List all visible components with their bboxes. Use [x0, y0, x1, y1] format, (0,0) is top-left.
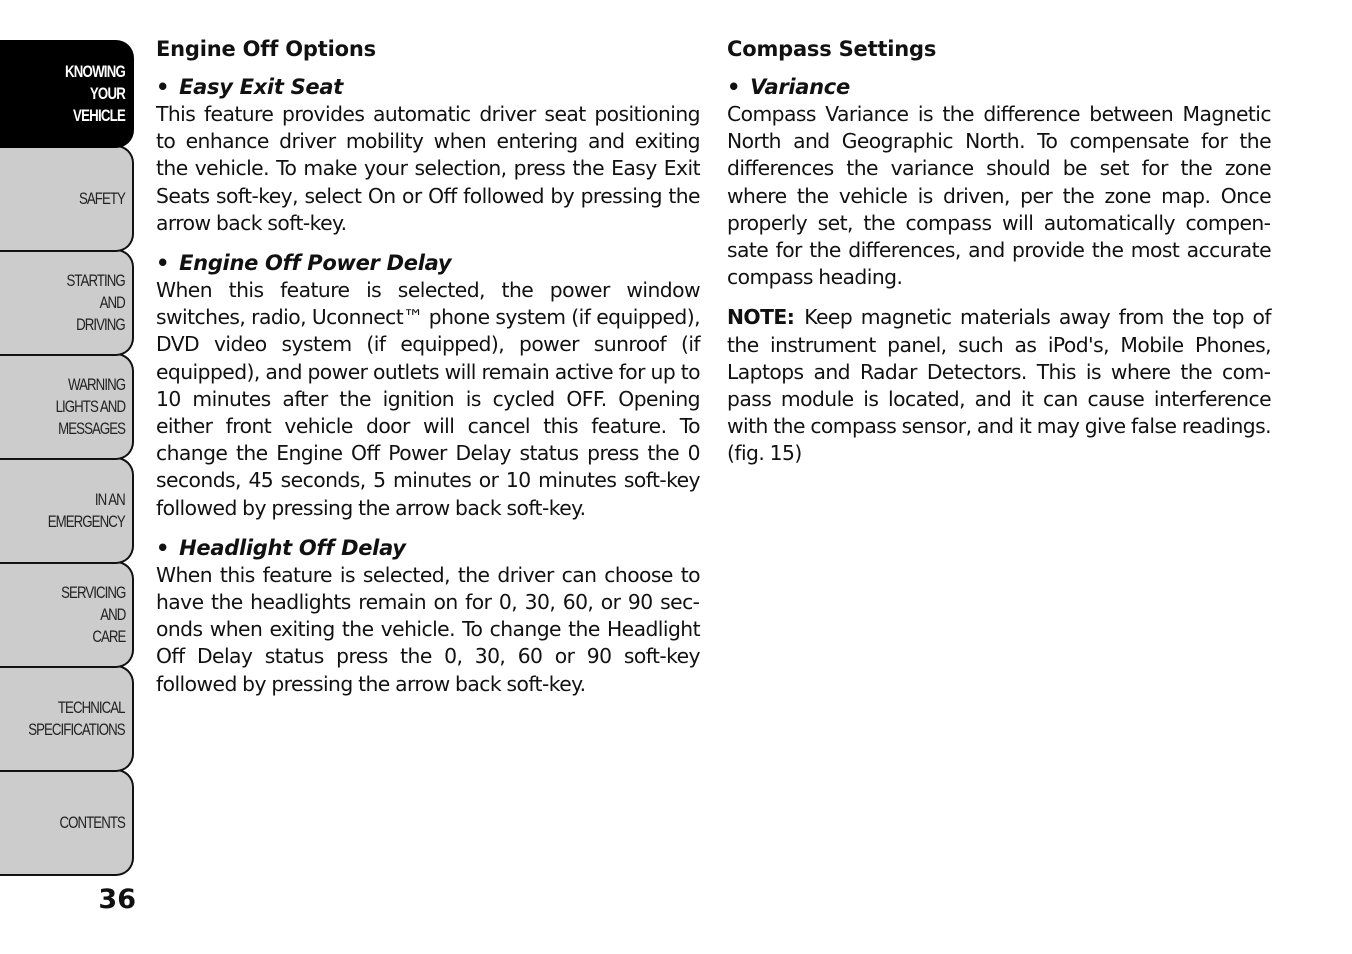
bullet-icon: • [727, 75, 741, 99]
tab-label: IN AN EMERGENCY [47, 489, 126, 531]
subsection-title: • Headlight Off Delay [156, 535, 700, 562]
tab-knowing-your-vehicle[interactable]: KNOWING YOUR VEHICLE [0, 40, 134, 148]
engine-off-power-delay-section: • Engine Off Power Delay When this featur… [156, 250, 701, 522]
tab-label: TECHNICAL SPECIFICATIONS [28, 697, 126, 739]
tab-label: STARTING AND DRIVING [66, 270, 126, 334]
note-text: Keep magnetic materials away from the to… [727, 305, 1272, 466]
right-column: Compass Settings • Variance Compass Varia… [727, 34, 1272, 481]
tab-servicing-and-care[interactable]: SERVICING AND CARE [0, 561, 134, 668]
easy-exit-seat-section: • Easy Exit Seat This feature provides au… [156, 74, 701, 237]
tab-contents[interactable]: CONTENTS [0, 769, 134, 876]
paragraph: This feature provides automatic driver s… [156, 102, 701, 235]
tab-label: SAFETY [79, 188, 126, 208]
subsection-title: • Variance [727, 74, 1271, 101]
section-heading: Engine Off Options [156, 37, 376, 61]
bullet-icon: • [156, 75, 170, 99]
paragraph: When this feature is selected, the power… [156, 278, 701, 520]
left-column: Engine Off Options • Easy Exit Seat This … [156, 34, 701, 711]
note: NOTE: Keep magnetic materials away from t… [727, 304, 1272, 467]
tab-warning-lights-and-messages[interactable]: WARNING LIGHTS AND MESSAGES [0, 353, 134, 460]
subsection-title-text: Headlight Off Delay [179, 535, 406, 560]
note-label: NOTE: [727, 305, 795, 330]
subsection-title-text: Variance [750, 75, 850, 99]
bullet-icon: • [156, 535, 170, 560]
tab-label: KNOWING YOUR VEHICLE [64, 62, 126, 125]
tab-label: SERVICING AND CARE [60, 582, 126, 646]
headlight-off-delay-section: • Headlight Off Delay When this feature i… [156, 535, 701, 698]
tab-safety[interactable]: SAFETY [0, 145, 134, 252]
tab-starting-and-driving[interactable]: STARTING AND DRIVING [0, 249, 134, 356]
variance-section: • Variance Compass Variance is the differ… [727, 74, 1272, 291]
subsection-title-text: Easy Exit Seat [179, 75, 343, 99]
tab-label: CONTENTS [59, 812, 126, 832]
tab-technical-specifications[interactable]: TECHNICAL SPECIFICATIONS [0, 665, 134, 772]
subsection-title: • Engine Off Power Delay [156, 250, 700, 277]
section-heading: Compass Settings [727, 37, 937, 61]
page-number: 36 [98, 884, 136, 915]
tab-label: WARNING LIGHTS AND MESSAGES [55, 374, 126, 438]
paragraph: When this feature is selected, the drive… [156, 562, 701, 696]
subsection-title: • Easy Exit Seat [156, 74, 700, 101]
tab-in-an-emergency[interactable]: IN AN EMERGENCY [0, 457, 134, 564]
bullet-icon: • [156, 251, 170, 276]
paragraph: Compass Variance is the difference betwe… [727, 102, 1272, 290]
subsection-title-text: Engine Off Power Delay [179, 251, 452, 276]
